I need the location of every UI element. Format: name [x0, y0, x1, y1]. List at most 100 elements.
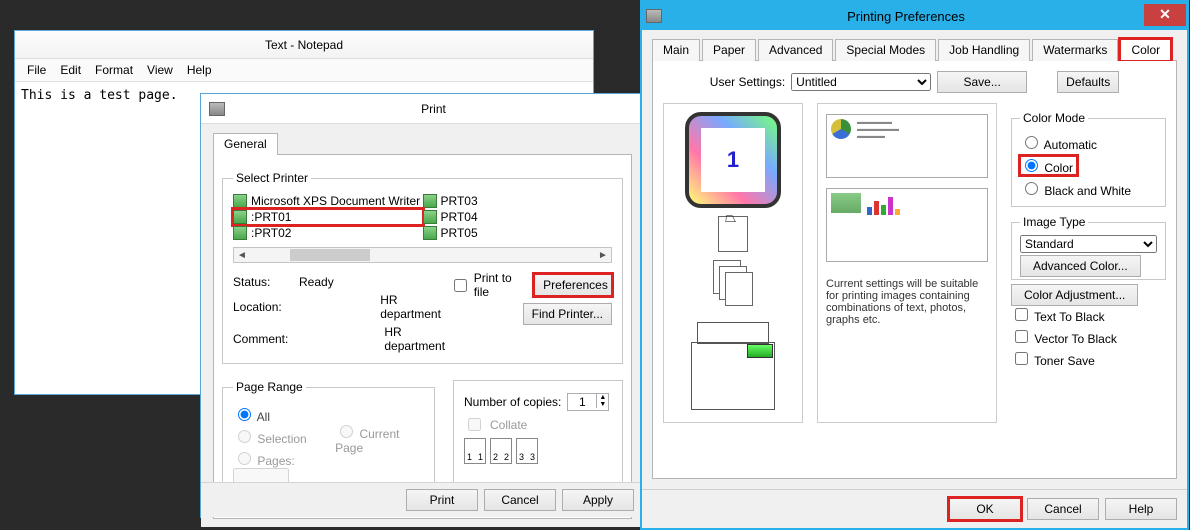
radio-bw[interactable]: Black and White	[1020, 179, 1157, 198]
printer-icon	[423, 194, 437, 208]
vector-to-black-checkbox[interactable]: Vector To Black	[1011, 327, 1166, 346]
scroll-right-icon[interactable]: ►	[595, 250, 611, 261]
tab-job-handling[interactable]: Job Handling	[938, 39, 1030, 61]
find-printer-button[interactable]: Find Printer...	[523, 303, 612, 325]
location-value: HR department	[380, 293, 449, 321]
printer-icon	[423, 210, 437, 224]
status-value: Ready	[299, 275, 334, 289]
prefs-titlebar: Printing Preferences ✕	[642, 2, 1187, 30]
print-dialog: Print General Select Printer Microsoft X…	[200, 93, 645, 518]
tab-main[interactable]: Main	[652, 39, 700, 61]
print-tabstrip: General	[213, 132, 632, 155]
tab-watermarks[interactable]: Watermarks	[1032, 39, 1118, 61]
menu-format[interactable]: Format	[89, 61, 139, 79]
help-button[interactable]: Help	[1105, 498, 1177, 520]
photo-icon	[831, 193, 861, 213]
bar-chart-icon	[867, 193, 900, 215]
collate-checkbox: Collate	[464, 415, 612, 434]
collate-page-icon	[464, 438, 486, 464]
printer-icon	[233, 210, 247, 224]
printer-prt04[interactable]: PRT04	[423, 209, 613, 225]
printer-xps[interactable]: Microsoft XPS Document Writer	[233, 193, 423, 209]
comment-value: HR department	[384, 325, 449, 353]
page-icon: ⏢	[718, 216, 748, 252]
page-range-label: Page Range	[233, 380, 306, 394]
spin-up-icon[interactable]: ▲	[596, 394, 608, 401]
radio-automatic[interactable]: Automatic	[1020, 133, 1157, 152]
cancel-button[interactable]: Cancel	[484, 489, 556, 511]
close-button[interactable]: ✕	[1144, 4, 1186, 26]
prefs-title: Printing Preferences	[668, 9, 1144, 24]
menu-help[interactable]: Help	[181, 61, 218, 79]
radio-color[interactable]: Color	[1020, 156, 1077, 175]
scroll-left-icon[interactable]: ◄	[234, 250, 250, 261]
range-all[interactable]: All	[233, 405, 335, 424]
notepad-menubar: File Edit Format View Help	[15, 59, 593, 82]
select-printer-group: Select Printer Microsoft XPS Document Wr…	[222, 171, 623, 364]
ok-button[interactable]: OK	[949, 498, 1021, 520]
printer-prt03[interactable]: PRT03	[423, 193, 613, 209]
color-adjustment-button[interactable]: Color Adjustment...	[1011, 284, 1138, 306]
description-panel: ▬▬▬▬▬▬▬▬▬▬▬▬▬▬▬ Current settings will be…	[817, 103, 997, 423]
menu-edit[interactable]: Edit	[54, 61, 87, 79]
collate-page-icon	[490, 438, 512, 464]
color-preview: 1	[685, 112, 781, 208]
print-title: Print	[231, 102, 636, 116]
image-type-select[interactable]: Standard	[1020, 235, 1157, 253]
preferences-button[interactable]: Preferences	[534, 274, 612, 296]
thumbnail-2	[826, 188, 988, 262]
defaults-button[interactable]: Defaults	[1057, 71, 1119, 93]
range-selection: Selection	[233, 427, 335, 446]
thumbnail-1: ▬▬▬▬▬▬▬▬▬▬▬▬▬▬▬	[826, 114, 988, 178]
printer-icon	[233, 226, 247, 240]
document-stack-icon	[713, 260, 753, 306]
menu-file[interactable]: File	[21, 61, 52, 79]
printer-prt05[interactable]: PRT05	[423, 225, 613, 241]
preferences-dialog: Printing Preferences ✕ Main Paper Advanc…	[640, 0, 1189, 530]
printer-prt01[interactable]: :PRT01	[233, 209, 423, 225]
preview-page-number: 1	[701, 128, 765, 192]
copies-spinner[interactable]: ▲▼	[567, 393, 609, 411]
tab-general[interactable]: General	[213, 133, 278, 155]
printer-list[interactable]: Microsoft XPS Document Writer PRT03 :PRT…	[233, 193, 612, 241]
apply-button[interactable]: Apply	[562, 489, 634, 511]
tab-advanced[interactable]: Advanced	[758, 39, 833, 61]
notepad-title: Text - Notepad	[21, 38, 587, 52]
notepad-titlebar: Text - Notepad	[15, 31, 593, 59]
printer-illustration	[683, 314, 783, 414]
comment-label: Comment:	[233, 332, 288, 346]
prefs-cancel-button[interactable]: Cancel	[1027, 498, 1099, 520]
printer-scrollbar[interactable]: ◄ ►	[233, 247, 612, 263]
copies-value[interactable]	[568, 394, 596, 410]
tab-color[interactable]: Color	[1120, 39, 1171, 61]
preview-panel: 1 ⏢	[663, 103, 803, 423]
copies-label: Number of copies:	[464, 395, 561, 409]
user-settings-select[interactable]: Untitled	[791, 73, 931, 91]
image-type-label: Image Type	[1020, 215, 1088, 229]
prefs-tabstrip: Main Paper Advanced Special Modes Job Ha…	[652, 38, 1177, 61]
tab-paper[interactable]: Paper	[702, 39, 756, 61]
printer-icon	[209, 102, 225, 116]
save-button[interactable]: Save...	[937, 71, 1027, 93]
tab-special-modes[interactable]: Special Modes	[835, 39, 936, 61]
collate-icons	[464, 438, 612, 464]
print-titlebar: Print	[201, 94, 644, 124]
color-mode-label: Color Mode	[1020, 111, 1088, 125]
menu-view[interactable]: View	[141, 61, 179, 79]
description-text: Current settings will be suitable for pr…	[826, 272, 988, 326]
pie-chart-icon	[831, 119, 851, 139]
user-settings-label: User Settings:	[710, 75, 785, 89]
location-label: Location:	[233, 300, 284, 314]
printer-prt02[interactable]: :PRT02	[233, 225, 423, 241]
collate-page-icon	[516, 438, 538, 464]
scroll-thumb[interactable]	[290, 249, 370, 261]
toner-save-checkbox[interactable]: Toner Save	[1011, 349, 1166, 368]
pin-icon: ⏢	[725, 209, 736, 226]
print-to-file-checkbox[interactable]: Print to file Preferences	[450, 271, 612, 299]
range-current-page: Current Page	[335, 422, 424, 455]
text-to-black-checkbox[interactable]: Text To Black	[1011, 305, 1166, 324]
advanced-color-button[interactable]: Advanced Color...	[1020, 255, 1141, 277]
print-button[interactable]: Print	[406, 489, 478, 511]
color-settings-panel: Color Mode Automatic Color Black and Whi…	[1011, 103, 1166, 423]
spin-down-icon[interactable]: ▼	[596, 401, 608, 408]
